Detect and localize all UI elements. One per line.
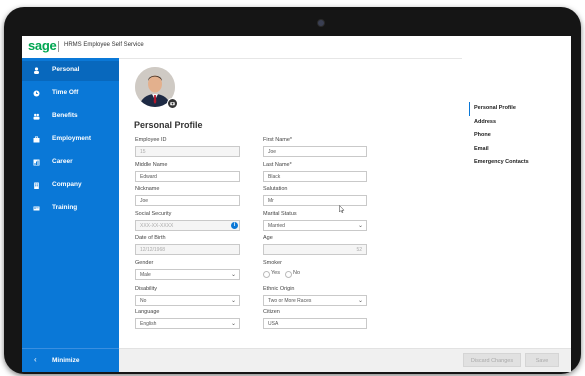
chevron-down-icon: ⌄ xyxy=(230,272,236,278)
nav-phone[interactable]: Phone xyxy=(474,132,491,138)
chevron-down-icon: ⌄ xyxy=(357,298,363,304)
sidebar-item-label: Time Off xyxy=(52,89,79,96)
nav-personal-profile[interactable]: Personal Profile xyxy=(474,105,516,111)
disability-value: No xyxy=(140,298,147,304)
age-field[interactable]: 52 xyxy=(263,244,367,255)
sidebar: Personal Time Off Benefits Employment Ca… xyxy=(22,58,119,372)
employee-id-field[interactable]: 15 xyxy=(135,146,240,157)
clock-icon xyxy=(33,90,40,97)
sidebar-item-label: Company xyxy=(52,181,82,188)
briefcase-icon xyxy=(33,136,40,143)
nav-emergency-contacts[interactable]: Emergency Contacts xyxy=(474,159,529,165)
age-label: Age xyxy=(263,235,273,241)
marital-status-select[interactable]: Married ⌄ xyxy=(263,220,367,231)
ethnic-origin-value: Two or More Races xyxy=(268,298,312,304)
active-indicator xyxy=(469,102,470,116)
last-name-field[interactable]: Black xyxy=(263,171,367,182)
chevron-down-icon: ⌄ xyxy=(230,321,236,327)
header-divider xyxy=(58,41,59,52)
middle-name-field[interactable]: Edward xyxy=(135,171,240,182)
section-nav: Personal Profile Address Phone Email Eme… xyxy=(462,58,571,348)
middle-name-label: Middle Name xyxy=(135,162,168,168)
smoker-no-radio[interactable] xyxy=(285,271,292,278)
gender-value: Male xyxy=(140,272,151,278)
gender-label: Gender xyxy=(135,260,154,266)
ethnic-origin-label: Ethnic Origin xyxy=(263,286,295,292)
sidebar-item-label: Personal xyxy=(52,66,80,73)
tablet-frame: sage HRMS Employee Self Service Personal… xyxy=(4,7,581,374)
smoker-no-label: No xyxy=(293,270,301,276)
dob-field[interactable]: 12/12/1968 xyxy=(135,244,240,255)
marital-status-value: Married xyxy=(268,223,285,229)
chevron-down-icon: ⌄ xyxy=(357,223,363,229)
first-name-field[interactable]: Joe xyxy=(263,146,367,157)
minimize-label: Minimize xyxy=(52,357,80,364)
camera-icon xyxy=(317,19,325,27)
gender-select[interactable]: Male ⌄ xyxy=(135,269,240,280)
sidebar-item-career[interactable]: Career xyxy=(22,153,119,173)
sage-logo: sage xyxy=(28,38,57,53)
smoker-label: Smoker xyxy=(263,260,282,266)
people-icon xyxy=(33,113,40,120)
app-screen: sage HRMS Employee Self Service Personal… xyxy=(22,36,571,372)
language-value: English xyxy=(140,321,157,327)
sidebar-item-company[interactable]: Company xyxy=(22,176,119,196)
training-icon xyxy=(33,205,40,212)
sidebar-item-employment[interactable]: Employment xyxy=(22,130,119,150)
camera-badge-icon[interactable] xyxy=(167,98,178,109)
disability-label: Disability xyxy=(135,286,158,292)
sidebar-item-label: Employment xyxy=(52,135,92,142)
language-select[interactable]: English ⌄ xyxy=(135,318,240,329)
language-label: Language xyxy=(135,309,160,315)
salutation-field[interactable]: Mr xyxy=(263,195,367,206)
profile-form: Personal Profile Employee ID 15 First Na… xyxy=(119,58,462,372)
chevron-left-icon: ‹ xyxy=(34,355,37,364)
smoker-yes-radio[interactable] xyxy=(263,271,270,278)
sidebar-item-time-off[interactable]: Time Off xyxy=(22,84,119,104)
nickname-field[interactable]: Joe xyxy=(135,195,240,206)
first-name-label: First Name* xyxy=(263,137,293,143)
info-icon[interactable]: i xyxy=(231,222,238,229)
discard-changes-button[interactable]: Discard Changes xyxy=(463,353,521,367)
social-security-label: Social Security xyxy=(135,211,172,217)
chart-icon xyxy=(33,159,40,166)
chevron-down-icon: ⌄ xyxy=(230,298,236,304)
sidebar-item-label: Career xyxy=(52,158,73,165)
last-name-label: Last Name* xyxy=(263,162,292,168)
marital-status-label: Marital Status xyxy=(263,211,297,217)
mouse-cursor-icon xyxy=(339,205,345,213)
employee-id-label: Employee ID xyxy=(135,137,167,143)
citizen-field[interactable]: USA xyxy=(263,318,367,329)
salutation-label: Salutation xyxy=(263,186,288,192)
sidebar-item-label: Training xyxy=(52,204,78,211)
sidebar-item-personal[interactable]: Personal xyxy=(22,61,119,81)
footer-bar: Discard Changes Save xyxy=(119,348,571,372)
building-icon xyxy=(33,182,40,189)
page-title: Personal Profile xyxy=(134,120,203,130)
app-title: HRMS Employee Self Service xyxy=(64,42,144,48)
smoker-yes-label: Yes xyxy=(271,270,280,276)
top-bar: sage HRMS Employee Self Service xyxy=(22,36,571,59)
nav-email[interactable]: Email xyxy=(474,146,489,152)
sidebar-item-label: Benefits xyxy=(52,112,78,119)
social-security-field[interactable]: XXX-XX-XXXX xyxy=(135,220,240,231)
citizen-label: Citizen xyxy=(263,309,280,315)
disability-select[interactable]: No ⌄ xyxy=(135,295,240,306)
sidebar-item-training[interactable]: Training xyxy=(22,199,119,219)
dob-label: Date of Birth xyxy=(135,235,166,241)
ethnic-origin-select[interactable]: Two or More Races ⌄ xyxy=(263,295,367,306)
sidebar-item-benefits[interactable]: Benefits xyxy=(22,107,119,127)
save-button[interactable]: Save xyxy=(525,353,559,367)
nav-address[interactable]: Address xyxy=(474,119,496,125)
minimize-button[interactable]: ‹ Minimize xyxy=(22,348,119,372)
person-icon xyxy=(33,67,40,74)
nickname-label: Nickname xyxy=(135,186,160,192)
